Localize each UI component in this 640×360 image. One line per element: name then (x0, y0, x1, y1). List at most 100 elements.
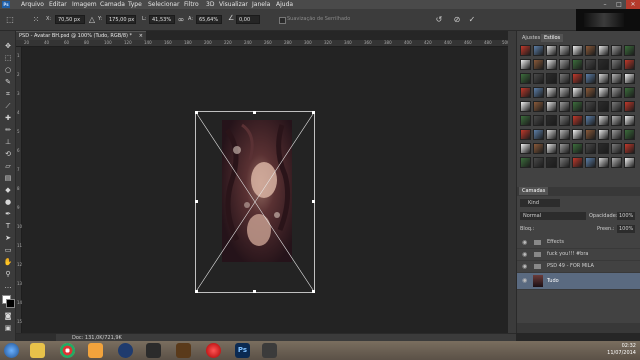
panel-collapse-strip[interactable] (508, 31, 516, 333)
menu-ajuda[interactable]: Ajuda (276, 0, 293, 9)
visibility-eye-icon[interactable]: ◉ (522, 261, 527, 272)
media-player-icon[interactable] (88, 343, 103, 358)
style-preset-swatch[interactable] (533, 45, 544, 56)
visibility-eye-icon[interactable]: ◉ (522, 237, 527, 248)
opacity-field[interactable]: 100% (617, 212, 635, 220)
style-preset-swatch[interactable] (624, 101, 635, 112)
tab-ajustes[interactable]: Ajustes (519, 34, 543, 42)
style-preset-swatch[interactable] (624, 143, 635, 154)
style-preset-swatch[interactable] (598, 59, 609, 70)
transform-handle[interactable] (312, 290, 315, 293)
style-preset-swatch[interactable] (585, 157, 596, 168)
commit-transform-icon[interactable]: ✓ (466, 14, 478, 25)
layer-row-selected[interactable]: ◉ Tudo (517, 273, 640, 290)
style-preset-swatch[interactable] (572, 101, 583, 112)
style-preset-swatch[interactable] (598, 129, 609, 140)
cancel-transform-icon[interactable]: ⊘ (451, 14, 463, 25)
style-preset-swatch[interactable] (533, 115, 544, 126)
transform-handle[interactable] (253, 290, 256, 293)
style-preset-swatch[interactable] (572, 129, 583, 140)
photo-viewer-icon[interactable] (176, 343, 191, 358)
brush-icon[interactable]: ✏ (3, 125, 13, 135)
style-preset-swatch[interactable] (585, 45, 596, 56)
style-preset-swatch[interactable] (624, 73, 635, 84)
hand-icon[interactable]: ✋ (3, 257, 13, 267)
menu-imagem[interactable]: Imagem (72, 0, 97, 9)
style-preset-swatch[interactable] (559, 157, 570, 168)
transform-handle[interactable] (195, 290, 198, 293)
style-preset-swatch[interactable] (533, 59, 544, 70)
style-preset-swatch[interactable] (520, 59, 531, 70)
style-preset-swatch[interactable] (533, 101, 544, 112)
more-tools-icon[interactable]: … (3, 281, 13, 291)
healing-icon[interactable]: ✚ (3, 113, 13, 123)
crop-icon[interactable]: ⌗ (3, 89, 13, 99)
style-preset-swatch[interactable] (572, 115, 583, 126)
transform-handle[interactable] (195, 111, 198, 114)
close-document-icon[interactable]: × (139, 32, 143, 40)
fill-field[interactable]: 100% (617, 225, 635, 233)
style-preset-swatch[interactable] (611, 157, 622, 168)
style-preset-swatch[interactable] (572, 87, 583, 98)
style-preset-swatch[interactable] (585, 59, 596, 70)
transform-handle[interactable] (312, 111, 315, 114)
style-preset-swatch[interactable] (572, 143, 583, 154)
style-preset-swatch[interactable] (546, 59, 557, 70)
style-preset-swatch[interactable] (546, 115, 557, 126)
style-preset-swatch[interactable] (598, 45, 609, 56)
system-clock[interactable]: 02:32 11/07/2014 (607, 343, 636, 357)
style-preset-swatch[interactable] (611, 115, 622, 126)
rotation-field[interactable]: 0,00 (236, 15, 260, 24)
move-icon[interactable]: ✥ (3, 41, 13, 51)
maximize-button[interactable]: □ (612, 0, 626, 9)
style-preset-swatch[interactable] (611, 129, 622, 140)
style-preset-swatch[interactable] (533, 157, 544, 168)
style-preset-swatch[interactable] (559, 59, 570, 70)
link-icon[interactable]: ∞ (175, 14, 187, 25)
style-preset-swatch[interactable] (520, 45, 531, 56)
style-preset-swatch[interactable] (546, 143, 557, 154)
style-preset-swatch[interactable] (598, 73, 609, 84)
history-brush-icon[interactable]: ⟲ (3, 149, 13, 159)
style-preset-swatch[interactable] (624, 129, 635, 140)
background-color-swatch[interactable] (6, 299, 15, 308)
menu-type[interactable]: Type (128, 0, 142, 9)
style-preset-swatch[interactable] (572, 73, 583, 84)
close-window-button[interactable]: ✕ (626, 0, 640, 9)
style-preset-swatch[interactable] (533, 73, 544, 84)
menu-filtro[interactable]: Filtro (184, 0, 199, 9)
style-preset-swatch[interactable] (624, 45, 635, 56)
path-select-icon[interactable]: ➤ (3, 233, 13, 243)
style-preset-swatch[interactable] (624, 115, 635, 126)
blend-mode-select[interactable]: Normal (520, 212, 586, 220)
zoom-icon[interactable]: ⚲ (3, 269, 13, 279)
reference-point-icon[interactable]: ⁙ (30, 14, 42, 25)
layer-row[interactable]: ◉ PSD 49 - FOR MILA (517, 261, 640, 273)
pen-icon[interactable]: ✒ (3, 209, 13, 219)
style-preset-swatch[interactable] (520, 157, 531, 168)
style-preset-swatch[interactable] (559, 45, 570, 56)
style-preset-swatch[interactable] (624, 157, 635, 168)
record-icon[interactable] (206, 343, 221, 358)
style-preset-swatch[interactable] (546, 45, 557, 56)
style-preset-swatch[interactable] (559, 129, 570, 140)
tab-estilos[interactable]: Estilos (541, 34, 564, 42)
screen-mode-icon[interactable]: ▣ (3, 323, 13, 333)
document-tab[interactable]: PSD - Avatar BH.psd @ 100% (Tudo, RGB/8)… (16, 31, 146, 40)
minimize-button[interactable]: – (598, 0, 612, 9)
warp-mode-icon[interactable]: ↺ (433, 14, 445, 25)
style-preset-swatch[interactable] (533, 129, 544, 140)
style-preset-swatch[interactable] (624, 59, 635, 70)
style-preset-swatch[interactable] (598, 157, 609, 168)
style-preset-swatch[interactable] (585, 143, 596, 154)
width-scale-field[interactable]: 41,53% (149, 15, 175, 24)
style-preset-swatch[interactable] (598, 101, 609, 112)
style-preset-swatch[interactable] (559, 87, 570, 98)
visibility-eye-icon[interactable]: ◉ (522, 273, 527, 289)
style-preset-swatch[interactable] (520, 73, 531, 84)
transform-handle[interactable] (195, 200, 198, 203)
horizontal-ruler[interactable]: 20 40 60 80 100 120 140 160 180 200 220 … (16, 40, 516, 47)
style-preset-swatch[interactable] (585, 129, 596, 140)
style-preset-swatch[interactable] (611, 143, 622, 154)
file-explorer-icon[interactable] (30, 343, 45, 358)
